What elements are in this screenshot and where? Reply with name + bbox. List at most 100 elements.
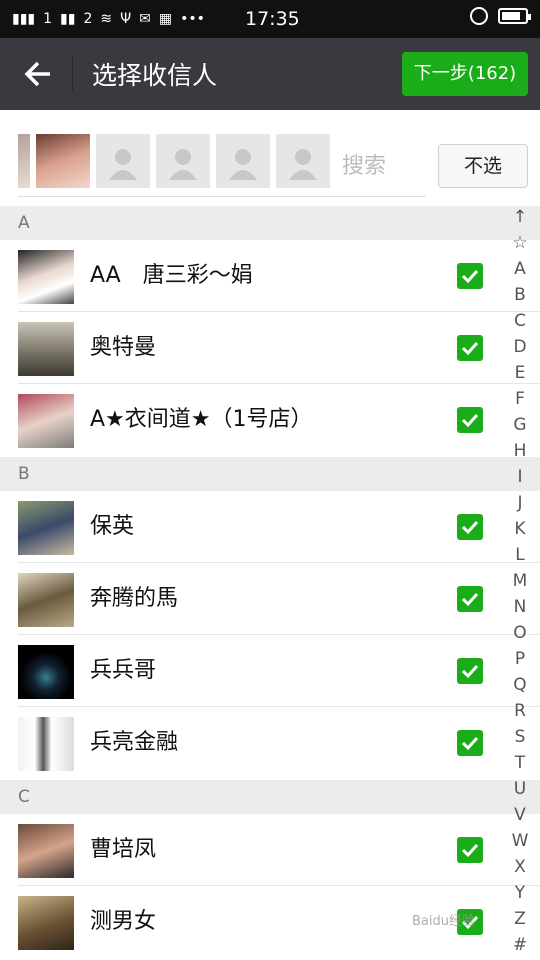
check-icon bbox=[461, 520, 479, 535]
check-icon bbox=[461, 341, 479, 356]
index-letter[interactable]: Q bbox=[513, 672, 526, 698]
contact-row[interactable]: 兵兵哥 bbox=[0, 635, 540, 707]
index-letter[interactable]: I bbox=[517, 464, 522, 490]
index-letter[interactable]: J bbox=[517, 490, 522, 516]
placeholder-avatar bbox=[156, 134, 210, 188]
signal-icon: ▮▮▮ bbox=[12, 11, 36, 27]
index-letter[interactable]: H bbox=[514, 438, 527, 464]
index-letter[interactable]: S bbox=[515, 724, 526, 750]
placeholder-avatar bbox=[216, 134, 270, 188]
check-icon bbox=[461, 413, 479, 428]
index-letter[interactable]: L bbox=[515, 542, 524, 568]
index-letter[interactable]: A bbox=[514, 256, 526, 282]
status-icons-left: ▮▮▮ 1 ▮▮ 2 ≋ Ψ ✉ ▦ ••• bbox=[12, 11, 205, 27]
checkbox-checked[interactable] bbox=[457, 586, 483, 612]
contact-name: A★衣间道★（1号店） bbox=[90, 407, 313, 432]
person-icon bbox=[109, 149, 137, 180]
avatar bbox=[18, 896, 74, 950]
check-icon bbox=[461, 269, 479, 284]
placeholder-avatar bbox=[96, 134, 150, 188]
person-icon bbox=[229, 149, 257, 180]
section-header-c: C bbox=[0, 780, 540, 814]
avatar bbox=[18, 573, 74, 627]
index-letter[interactable]: B bbox=[514, 282, 526, 308]
selected-avatars-strip[interactable]: 搜索 bbox=[18, 134, 426, 197]
selected-avatar[interactable] bbox=[36, 134, 90, 188]
index-letter[interactable]: ☆ bbox=[512, 230, 527, 256]
index-letter[interactable]: M bbox=[513, 568, 528, 594]
calendar-icon: ▦ bbox=[158, 11, 173, 27]
alphabet-index[interactable]: ↑ ☆ A B C D E F G H I J K L M N O P Q R S T U V W X Y Z # bbox=[500, 204, 540, 960]
index-letter[interactable]: G bbox=[513, 412, 526, 438]
index-letter[interactable]: T bbox=[515, 750, 525, 776]
index-letter[interactable]: X bbox=[514, 854, 526, 880]
index-letter[interactable]: K bbox=[514, 516, 525, 542]
index-letter[interactable]: Y bbox=[515, 880, 525, 906]
arrow-left-icon bbox=[24, 61, 50, 87]
checkbox-checked[interactable] bbox=[457, 514, 483, 540]
message-icon: ✉ bbox=[139, 11, 151, 27]
index-letter[interactable]: ↑ bbox=[513, 204, 527, 230]
wifi-icon: ≋ bbox=[100, 11, 113, 27]
index-letter[interactable]: P bbox=[515, 646, 525, 672]
checkbox-checked[interactable] bbox=[457, 407, 483, 433]
usb-icon: Ψ bbox=[120, 11, 132, 27]
deselect-all-button[interactable]: 不选 bbox=[438, 144, 528, 188]
more-notifications: ••• bbox=[180, 11, 205, 27]
next-step-button[interactable]: 下一步(162) bbox=[402, 52, 528, 96]
watermark: Baidu经验 bbox=[412, 914, 475, 929]
index-letter[interactable]: N bbox=[514, 594, 527, 620]
contact-row[interactable]: 保英 bbox=[0, 491, 540, 563]
selected-avatar-partial[interactable] bbox=[18, 134, 30, 188]
contact-row[interactable]: 曹培凤 bbox=[0, 814, 540, 886]
check-icon bbox=[461, 843, 479, 858]
checkbox-checked[interactable] bbox=[457, 730, 483, 756]
checkbox-checked[interactable] bbox=[457, 335, 483, 361]
status-icons-right bbox=[470, 7, 531, 25]
back-button[interactable] bbox=[20, 58, 56, 90]
contact-row[interactable]: 奔腾的馬 bbox=[0, 563, 540, 635]
contact-name: 兵兵哥 bbox=[90, 658, 157, 683]
sim2-indicator: 2 bbox=[83, 11, 93, 27]
checkbox-checked[interactable] bbox=[457, 658, 483, 684]
index-letter[interactable]: V bbox=[514, 802, 526, 828]
contact-row[interactable]: AA 唐三彩～娟 bbox=[0, 240, 540, 312]
index-letter[interactable]: F bbox=[515, 386, 525, 412]
selection-search-bar: 搜索 不选 bbox=[0, 110, 540, 206]
avatar bbox=[18, 824, 74, 878]
section-header-b: B bbox=[0, 457, 540, 491]
contact-name: 测男女 bbox=[90, 909, 157, 934]
index-letter[interactable]: O bbox=[513, 620, 526, 646]
contact-name: 保英 bbox=[90, 514, 135, 539]
index-letter[interactable]: W bbox=[512, 828, 529, 854]
contact-name: 曹培凤 bbox=[90, 837, 157, 862]
status-bar: ▮▮▮ 1 ▮▮ 2 ≋ Ψ ✉ ▦ ••• 17:35 bbox=[0, 0, 540, 38]
check-icon bbox=[461, 736, 479, 751]
search-input[interactable]: 搜索 bbox=[342, 148, 386, 180]
avatar bbox=[18, 394, 74, 448]
contact-name: 奥特曼 bbox=[90, 335, 157, 360]
checkbox-checked[interactable] bbox=[457, 837, 483, 863]
page-title: 选择收信人 bbox=[92, 61, 218, 90]
contact-row[interactable]: 奥特曼 bbox=[0, 312, 540, 384]
index-letter[interactable]: E bbox=[515, 360, 526, 386]
check-icon bbox=[461, 664, 479, 679]
avatar bbox=[18, 645, 74, 699]
index-letter[interactable]: R bbox=[514, 698, 526, 724]
avatar bbox=[18, 250, 74, 304]
check-icon bbox=[461, 592, 479, 607]
checkbox-checked[interactable] bbox=[457, 263, 483, 289]
status-time: 17:35 bbox=[245, 8, 300, 30]
person-icon bbox=[169, 149, 197, 180]
alarm-icon bbox=[470, 7, 488, 25]
contact-row[interactable]: A★衣间道★（1号店） bbox=[0, 384, 540, 456]
index-letter[interactable]: Z bbox=[514, 906, 526, 932]
index-letter[interactable]: U bbox=[514, 776, 526, 802]
avatar bbox=[18, 501, 74, 555]
index-letter[interactable]: C bbox=[514, 308, 526, 334]
contact-row[interactable]: 兵亮金融 bbox=[0, 707, 540, 779]
index-letter[interactable]: # bbox=[513, 932, 527, 958]
index-letter[interactable]: D bbox=[513, 334, 526, 360]
contact-name: AA 唐三彩～娟 bbox=[90, 263, 253, 288]
header-divider bbox=[72, 56, 73, 92]
